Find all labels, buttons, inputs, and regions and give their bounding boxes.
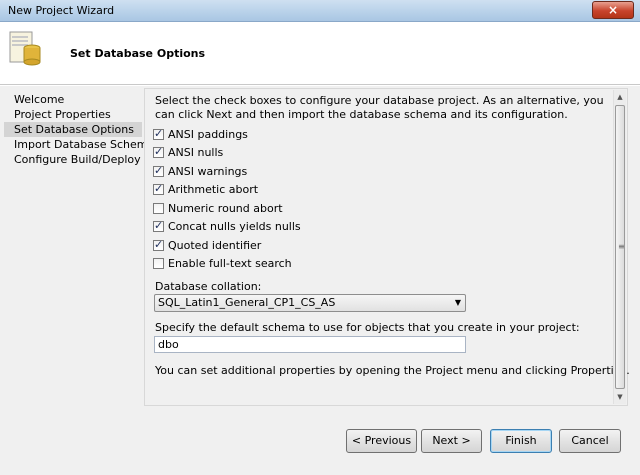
step-welcome[interactable]: Welcome <box>4 92 142 107</box>
title-bar: New Project Wizard × <box>0 0 640 22</box>
option-concat-nulls-yields-nulls[interactable]: Concat nulls yields nulls <box>153 219 301 234</box>
database-icon <box>9 31 41 66</box>
step-set-database-options[interactable]: Set Database Options <box>4 122 142 137</box>
option-label: Arithmetic abort <box>168 183 259 196</box>
options-panel: Select the check boxes to configure your… <box>144 88 630 406</box>
checkbox[interactable] <box>153 145 164 158</box>
scroll-down-icon[interactable]: ▼ <box>614 390 626 404</box>
option-ansi-warnings[interactable]: ANSI warnings <box>153 164 248 179</box>
default-schema-input[interactable]: dbo <box>154 336 466 353</box>
option-arithmetic-abort[interactable]: Arithmetic abort <box>153 182 259 197</box>
option-label: ANSI nulls <box>168 146 224 159</box>
option-enable-full-text-search[interactable]: Enable full-text search <box>153 257 292 271</box>
dropdown-arrow-icon: ▼ <box>454 298 461 307</box>
checkbox[interactable] <box>153 164 164 177</box>
option-label: Concat nulls yields nulls <box>168 220 301 233</box>
checkbox[interactable] <box>153 219 164 232</box>
next-button[interactable]: Next > <box>421 429 482 453</box>
checkbox[interactable] <box>153 238 164 251</box>
window-title: New Project Wizard <box>8 4 115 17</box>
properties-note: You can set additional properties by ope… <box>155 364 630 377</box>
option-label: Enable full-text search <box>168 257 292 270</box>
option-ansi-paddings[interactable]: ANSI paddings <box>153 127 248 142</box>
checkbox[interactable] <box>153 258 164 269</box>
option-label: Numeric round abort <box>168 202 283 215</box>
option-label: ANSI paddings <box>168 128 248 141</box>
option-ansi-nulls[interactable]: ANSI nulls <box>153 145 224 160</box>
collation-dropdown[interactable]: SQL_Latin1_General_CP1_CS_AS ▼ <box>154 294 466 312</box>
scroll-thumb[interactable]: ≡ <box>615 105 625 389</box>
option-quoted-identifier[interactable]: Quoted identifier <box>153 238 262 253</box>
collation-label: Database collation: <box>155 280 262 293</box>
grip-icon: ≡ <box>618 242 625 251</box>
option-label: ANSI warnings <box>168 165 248 178</box>
checkbox[interactable] <box>153 182 164 195</box>
step-configure-build-deploy[interactable]: Configure Build/Deploy <box>4 152 142 167</box>
page-heading: Set Database Options <box>70 47 206 60</box>
step-project-properties[interactable]: Project Properties <box>4 107 142 122</box>
intro-text: Select the check boxes to configure your… <box>155 94 604 121</box>
collation-value: SQL_Latin1_General_CP1_CS_AS <box>158 296 336 309</box>
step-import-database-schema[interactable]: Import Database Schema <box>4 137 154 152</box>
checkbox[interactable] <box>153 127 164 140</box>
scroll-up-icon[interactable]: ▲ <box>614 90 626 104</box>
finish-button[interactable]: Finish <box>490 429 552 453</box>
close-button[interactable]: × <box>592 1 634 19</box>
vertical-scrollbar[interactable]: ▲ ≡ ▼ <box>613 90 626 404</box>
previous-button[interactable]: < Previous <box>346 429 417 453</box>
wizard-header: Set Database Options <box>0 22 640 85</box>
option-numeric-round-abort[interactable]: Numeric round abort <box>153 202 283 216</box>
wizard-steps: Welcome Project Properties Set Database … <box>4 92 154 167</box>
option-label: Quoted identifier <box>168 239 262 252</box>
checkbox[interactable] <box>153 203 164 214</box>
schema-label: Specify the default schema to use for ob… <box>155 321 580 334</box>
cancel-button[interactable]: Cancel <box>559 429 621 453</box>
